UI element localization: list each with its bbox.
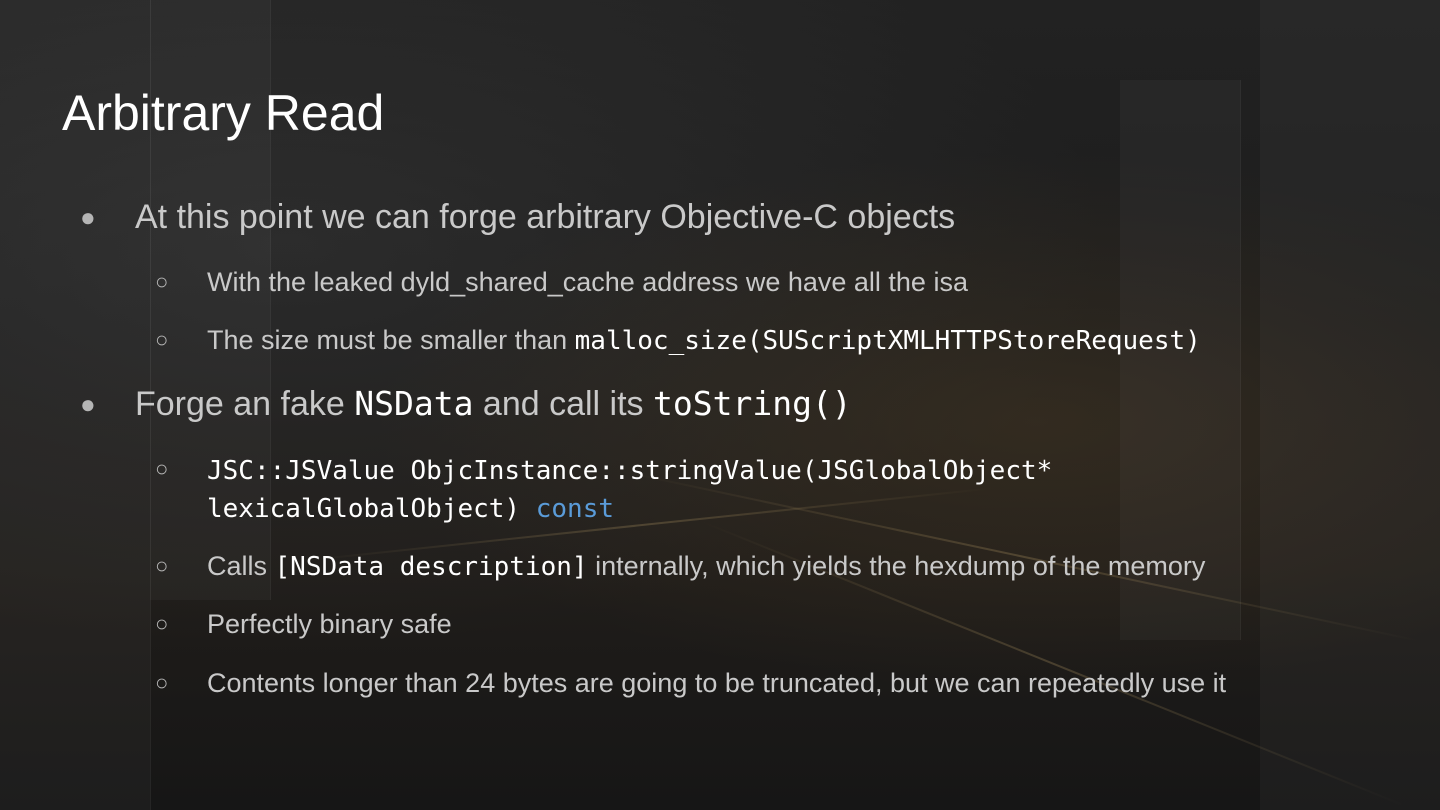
code-line-2: lexicalGlobalObject) const [207, 490, 1052, 528]
code-nsdata: NSData [354, 384, 474, 423]
subbullet-text: Calls [NSData description] internally, w… [207, 549, 1205, 584]
bullet-circle-icon: ○ [155, 553, 169, 578]
bullet-dot-icon: ● [80, 202, 96, 232]
subbullet-text: The size must be smaller than malloc_siz… [207, 323, 1201, 358]
bullet-text: Forge an fake NSData and call its toStri… [135, 384, 852, 424]
bullet-circle-icon: ○ [155, 456, 169, 481]
bullet-circle-icon: ○ [155, 327, 169, 352]
slide-title: Arbitrary Read [62, 85, 385, 141]
bullet-middle: and call its [473, 385, 653, 423]
code-line-1: JSC::JSValue ObjcInstance::stringValue(J… [207, 456, 1053, 486]
code-line-2-text: lexicalGlobalObject) [207, 494, 536, 524]
code-keyword-const: const [535, 494, 615, 524]
subbullet-suffix: internally, which yields the hexdump of … [587, 551, 1206, 581]
subbullet-text: With the leaked dyld_shared_cache addres… [207, 267, 968, 297]
code-nsdata-description: [NSData description] [274, 552, 588, 582]
bullet-circle-icon: ○ [155, 269, 169, 294]
bullet-dot-icon: ● [80, 389, 96, 419]
bullet-circle-icon: ○ [155, 670, 169, 695]
bullet-prefix: Forge an fake [135, 385, 355, 423]
subbullet-code-block: JSC::JSValue ObjcInstance::stringValue(J… [207, 452, 1052, 528]
code-malloc-size: malloc_size(SUScriptXMLHTTPStoreRequest) [574, 326, 1201, 356]
subbullet-prefix: Calls [207, 551, 275, 581]
bullet-text: At this point we can forge arbitrary Obj… [135, 198, 956, 236]
subbullet-text: Contents longer than 24 bytes are going … [207, 668, 1227, 698]
bullet-circle-icon: ○ [155, 611, 169, 636]
code-tostring: toString() [653, 384, 852, 423]
subbullet-text: Perfectly binary safe [207, 609, 452, 639]
subbullet-prefix: The size must be smaller than [207, 325, 575, 355]
